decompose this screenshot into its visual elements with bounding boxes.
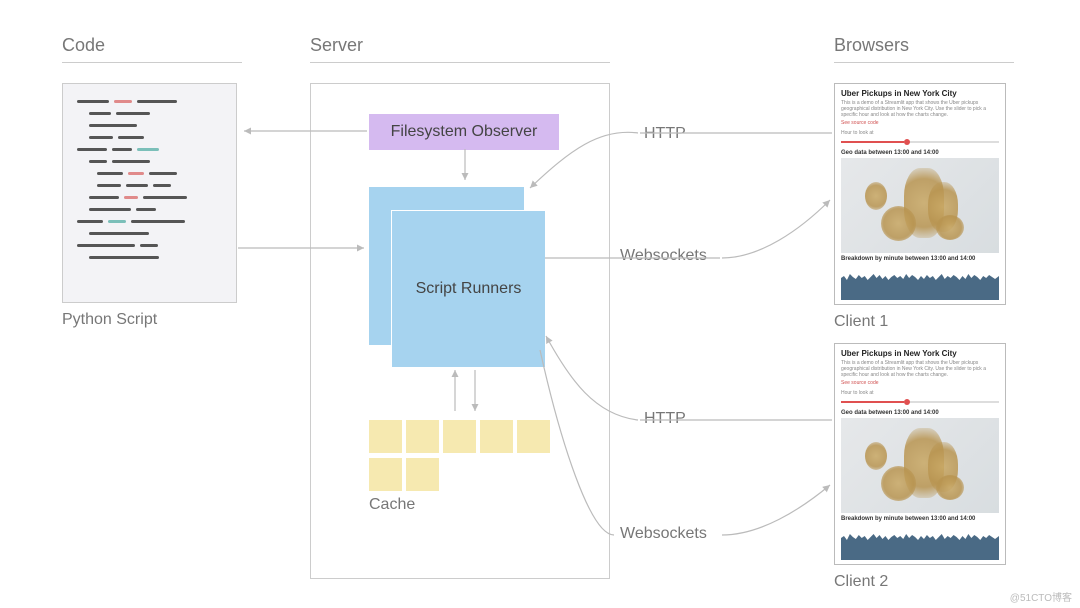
server-column-title: Server bbox=[310, 35, 610, 63]
cache-cell bbox=[369, 458, 402, 491]
label-http-2: HTTP bbox=[640, 410, 690, 428]
slider-label: Hour to look at bbox=[841, 390, 999, 396]
browser-app-desc: This is a demo of a Streamlit app that s… bbox=[841, 100, 999, 118]
breakdown-section-title: Breakdown by minute between 13:00 and 14… bbox=[841, 516, 999, 522]
python-script-box bbox=[62, 83, 237, 303]
code-column: Code Python Script bbox=[62, 35, 242, 329]
cache-cell bbox=[443, 420, 476, 453]
filesystem-observer-box: Filesystem Observer bbox=[369, 114, 559, 150]
cache-row-1 bbox=[369, 420, 550, 453]
watermark: @51CTO博客 bbox=[1010, 589, 1072, 604]
hour-slider bbox=[841, 398, 999, 406]
cache-cell bbox=[517, 420, 550, 453]
label-ws-1: Websockets bbox=[616, 247, 711, 265]
script-runner-front: Script Runners bbox=[391, 210, 546, 368]
label-http-1: HTTP bbox=[640, 125, 690, 143]
cache-cell bbox=[406, 458, 439, 491]
browser-app-title: Uber Pickups in New York City bbox=[841, 349, 999, 358]
geo-section-title: Geo data between 13:00 and 14:00 bbox=[841, 150, 999, 156]
browser-card-1: Uber Pickups in New York City This is a … bbox=[834, 83, 1006, 305]
hour-slider bbox=[841, 138, 999, 146]
client1-caption: Client 1 bbox=[834, 313, 1014, 331]
browsers-column: Browsers Uber Pickups in New York City T… bbox=[834, 35, 1014, 591]
browser-app-desc: This is a demo of a Streamlit app that s… bbox=[841, 360, 999, 378]
cache-cell bbox=[369, 420, 402, 453]
slider-label: Hour to look at bbox=[841, 130, 999, 136]
server-box: Filesystem Observer Script Runners Cache bbox=[310, 83, 610, 579]
geo-map bbox=[841, 418, 999, 513]
browser-card-2: Uber Pickups in New York City This is a … bbox=[834, 343, 1006, 565]
breakdown-chart bbox=[841, 264, 999, 300]
browser-app-title: Uber Pickups in New York City bbox=[841, 89, 999, 98]
breakdown-section-title: Breakdown by minute between 13:00 and 14… bbox=[841, 256, 999, 262]
browser-source-link: See source code bbox=[841, 380, 999, 386]
cache-row-2 bbox=[369, 458, 439, 491]
code-column-title: Code bbox=[62, 35, 242, 63]
client2-caption: Client 2 bbox=[834, 573, 1014, 591]
server-column: Server Filesystem Observer Script Runner… bbox=[310, 35, 610, 579]
breakdown-chart bbox=[841, 524, 999, 560]
geo-section-title: Geo data between 13:00 and 14:00 bbox=[841, 410, 999, 416]
geo-map bbox=[841, 158, 999, 253]
code-caption: Python Script bbox=[62, 311, 242, 329]
label-ws-2: Websockets bbox=[616, 525, 711, 543]
browser-source-link: See source code bbox=[841, 120, 999, 126]
browsers-column-title: Browsers bbox=[834, 35, 1014, 63]
cache-cell bbox=[480, 420, 513, 453]
cache-cell bbox=[406, 420, 439, 453]
cache-label: Cache bbox=[369, 496, 415, 514]
